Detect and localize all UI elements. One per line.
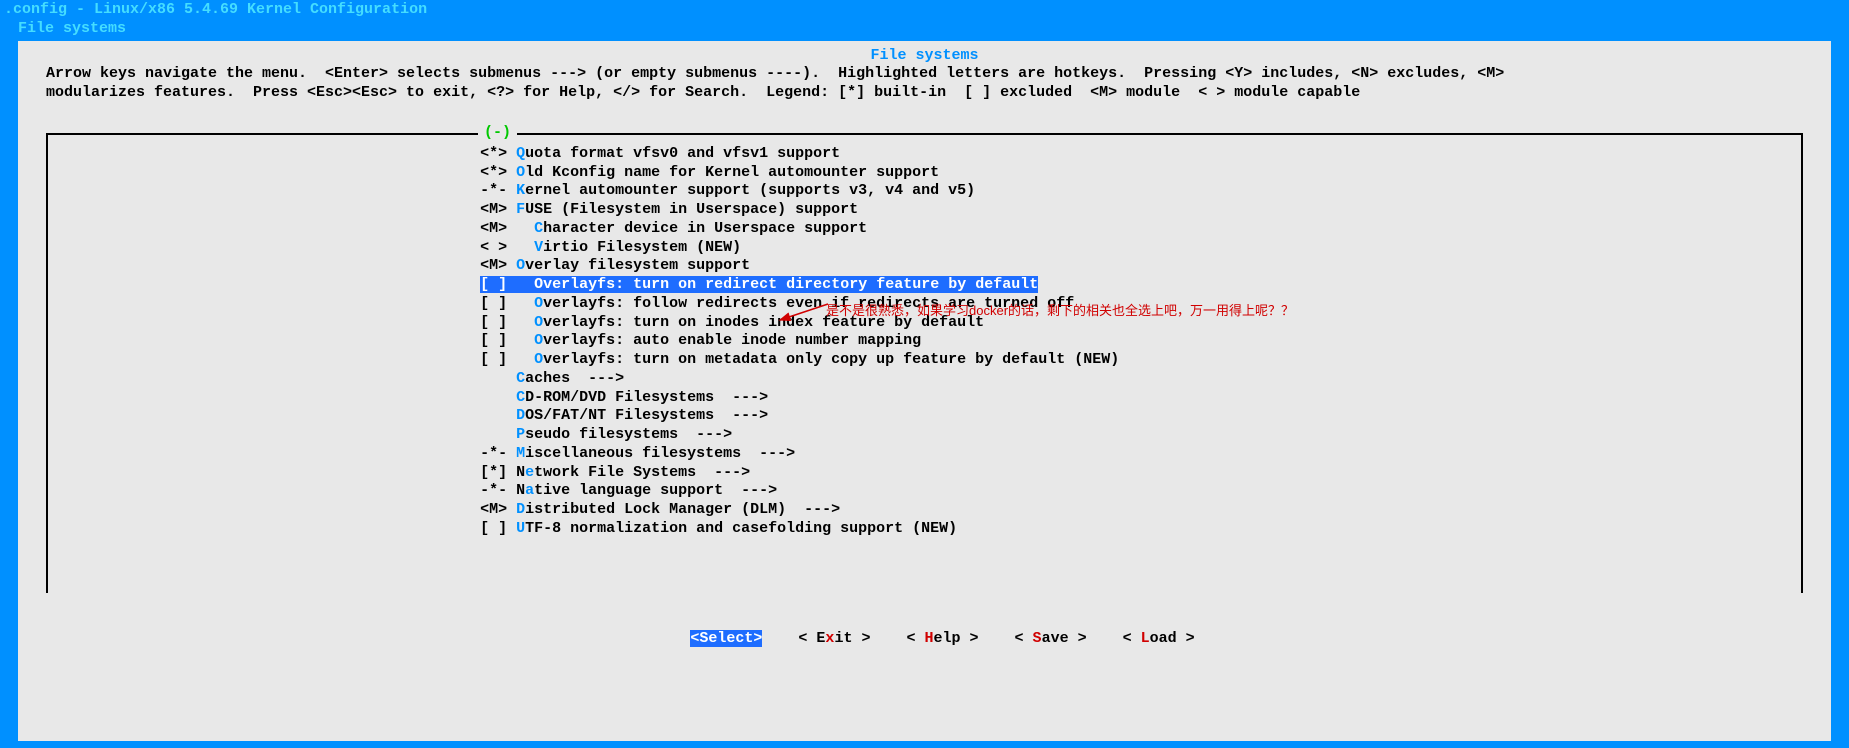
hotkey: C [516, 389, 525, 406]
menu-item-label: haracter device in Userspace support [543, 220, 867, 237]
hotkey: U [516, 520, 525, 537]
menu-item[interactable]: <M> Overlay filesystem support [48, 257, 1801, 276]
exit-button[interactable]: < Exit > [798, 630, 870, 647]
hotkey: D [516, 407, 525, 424]
menu-item[interactable]: <*> Quota format vfsv0 and vfsv1 support [48, 145, 1801, 164]
help-text-line1: Arrow keys navigate the menu. <Enter> se… [18, 65, 1831, 84]
hotkey: F [516, 201, 525, 218]
menu-item-state: -*- [480, 182, 516, 199]
hotkey: D [516, 501, 525, 518]
hotkey: a [525, 482, 534, 499]
menu-item-state: [ ] [480, 332, 534, 349]
menu-item-label: USE (Filesystem in Userspace) support [525, 201, 858, 218]
save-button[interactable]: < Save > [1015, 630, 1087, 647]
menu-item[interactable]: -*- Kernel automounter support (supports… [48, 182, 1801, 201]
hotkey: O [534, 351, 543, 368]
menu-item-state: [ ] [480, 314, 534, 331]
menu-item-label: seudo filesystems ---> [525, 426, 732, 443]
scroll-up-indicator: (-) [478, 124, 517, 143]
menu-item-state: <M> [480, 201, 516, 218]
hotkey: O [534, 314, 543, 331]
menu-item-label: uota format vfsv0 and vfsv1 support [525, 145, 840, 162]
hotkey: O [534, 332, 543, 349]
menu-item-label: irtio Filesystem (NEW) [543, 239, 741, 256]
menu-item[interactable]: DOS/FAT/NT Filesystems ---> [48, 407, 1801, 426]
menu-item-label: twork File Systems ---> [534, 464, 750, 481]
menu-item[interactable]: [ ] Overlayfs: auto enable inode number … [48, 332, 1801, 351]
hotkey: C [516, 370, 525, 387]
menu-item-label: ernel automounter support (supports v3, … [525, 182, 975, 199]
menu-item-state: [ ] [480, 351, 534, 368]
menu-item-state: [ ] [480, 520, 516, 537]
menu-item[interactable]: <M> FUSE (Filesystem in Userspace) suppo… [48, 201, 1801, 220]
menu-item-label: Overlayfs: turn on redirect directory fe… [534, 276, 1038, 293]
menu-frame: (-) <*> Quota format vfsv0 and vfsv1 sup… [46, 133, 1803, 593]
hotkey: C [534, 220, 543, 237]
menu-item-state: -*- [480, 482, 516, 499]
hotkey: V [534, 239, 543, 256]
menu-item[interactable]: CD-ROM/DVD Filesystems ---> [48, 389, 1801, 408]
menu-item-state: -*- [480, 445, 516, 462]
menu-item[interactable]: Caches ---> [48, 370, 1801, 389]
annotation-text: 是不是很熟悉，如果学习docker的话，剩下的相关也全选上吧，万一用得上呢？？ [826, 303, 1294, 319]
page-title: File systems [18, 47, 1831, 66]
menu-item-label: istributed Lock Manager (DLM) ---> [525, 501, 840, 518]
menu-item-label: OS/FAT/NT Filesystems ---> [525, 407, 768, 424]
select-button[interactable]: <Select> [690, 630, 762, 647]
hotkey: K [516, 182, 525, 199]
menu-item-state: <M> [480, 257, 516, 274]
menu-item-state: <M> [480, 220, 534, 237]
menu-item-label: iscellaneous filesystems ---> [525, 445, 795, 462]
title-bar: .config - Linux/x86 5.4.69 Kernel Config… [0, 0, 1849, 20]
menu-item[interactable]: [*] Network File Systems ---> [48, 464, 1801, 483]
menu-item-label: verlayfs: turn on metadata only copy up … [543, 351, 1119, 368]
menu-item[interactable]: Pseudo filesystems ---> [48, 426, 1801, 445]
menu-item-state: [*] [480, 464, 516, 481]
hotkey: Q [516, 145, 525, 162]
selection-checkbox[interactable]: [ ] [480, 276, 534, 293]
menu-item-label: aches ---> [525, 370, 624, 387]
menu-list[interactable]: <*> Quota format vfsv0 and vfsv1 support… [48, 135, 1801, 549]
hotkey: P [516, 426, 525, 443]
menu-item-state [480, 426, 516, 443]
menu-item-label: TF-8 normalization and casefolding suppo… [525, 520, 957, 537]
menu-item[interactable]: -*- Miscellaneous filesystems ---> [48, 445, 1801, 464]
hotkey: O [516, 164, 525, 181]
menu-item-label: tive language support ---> [534, 482, 777, 499]
hotkey: O [534, 295, 543, 312]
menu-item-state [480, 389, 516, 406]
menu-item[interactable]: -*- Native language support ---> [48, 482, 1801, 501]
menu-item[interactable]: < > Virtio Filesystem (NEW) [48, 239, 1801, 258]
menu-item-label: verlayfs: auto enable inode number mappi… [543, 332, 921, 349]
menu-item-state: <*> [480, 145, 516, 162]
menu-item-label: D-ROM/DVD Filesystems ---> [525, 389, 768, 406]
help-button[interactable]: < Help > [906, 630, 978, 647]
main-window: File systems Arrow keys navigate the men… [18, 41, 1831, 741]
hotkey: O [516, 257, 525, 274]
menu-item[interactable]: [ ] Overlayfs: turn on metadata only cop… [48, 351, 1801, 370]
breadcrumb: File systems [0, 20, 1849, 41]
load-button[interactable]: < Load > [1123, 630, 1195, 647]
menu-item[interactable]: <*> Old Kconfig name for Kernel automoun… [48, 164, 1801, 183]
menu-item-label: verlay filesystem support [525, 257, 750, 274]
menu-item-state: <M> [480, 501, 516, 518]
menu-item[interactable]: [ ] UTF-8 normalization and casefolding … [48, 520, 1801, 539]
button-bar: <Select> < Exit > < Help > < Save > < Lo… [18, 611, 1831, 667]
help-text-line2: modularizes features. Press <Esc><Esc> t… [18, 84, 1831, 103]
menu-item[interactable]: <M> Character device in Userspace suppor… [48, 220, 1801, 239]
menu-item-state: [ ] [480, 295, 534, 312]
menu-item-state: <*> [480, 164, 516, 181]
menu-item-label: ld Kconfig name for Kernel automounter s… [525, 164, 939, 181]
menu-item-state [480, 370, 516, 387]
menu-item-state [480, 407, 516, 424]
hotkey: M [516, 445, 525, 462]
menu-item-state: < > [480, 239, 534, 256]
menu-item[interactable]: [ ] Overlayfs: turn on redirect director… [48, 276, 1801, 295]
menu-item[interactable]: <M> Distributed Lock Manager (DLM) ---> [48, 501, 1801, 520]
hotkey: e [525, 464, 534, 481]
